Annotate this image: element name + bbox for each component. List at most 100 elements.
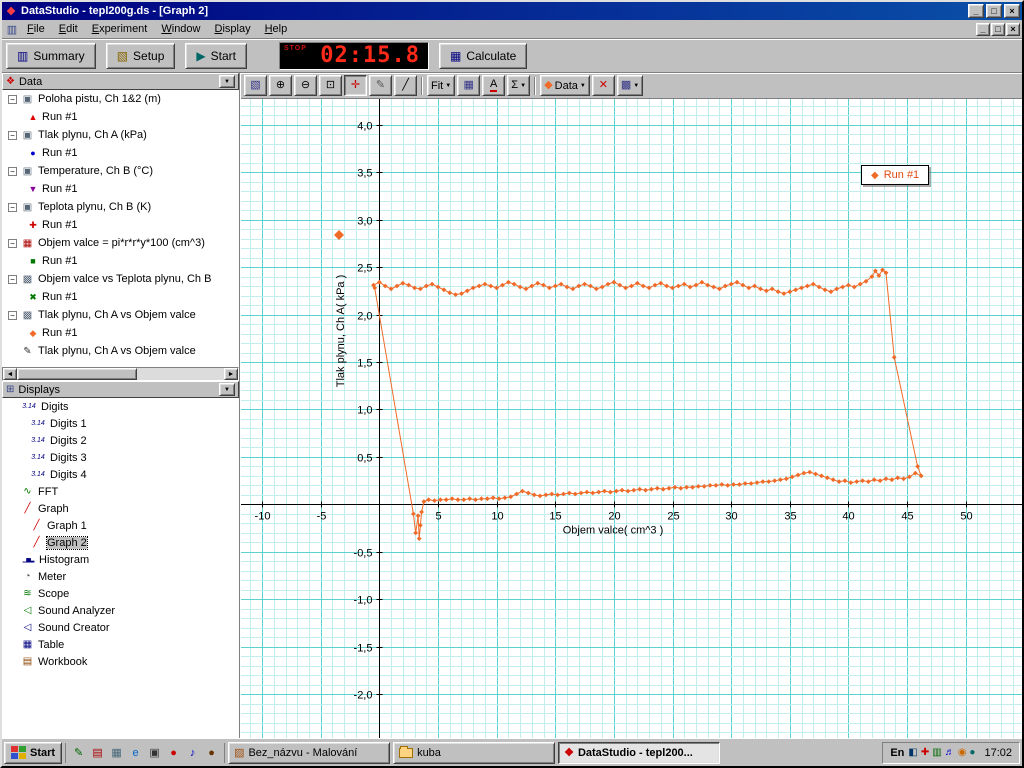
start-menu-button[interactable]: Start xyxy=(4,741,63,764)
language-indicator[interactable]: En xyxy=(890,747,904,759)
data-item-2[interactable]: − ▣ Temperature, Ch B (°C) xyxy=(2,162,239,180)
data-panel-header[interactable]: ❖ Data ▼ xyxy=(2,73,239,90)
display-item-digits-3[interactable]: 3.14 Digits 3 xyxy=(2,449,239,466)
keyboard-icon[interactable]: ◧ xyxy=(908,747,917,758)
calculate-button[interactable]: ▦ Calculate xyxy=(438,42,528,69)
calculator-tool-button[interactable]: ▦ xyxy=(457,75,481,96)
display-item-digits[interactable]: 3.14 Digits xyxy=(2,398,239,415)
scale-to-fit-button[interactable]: ▧ xyxy=(244,75,267,96)
child-close-button[interactable]: × xyxy=(1006,22,1020,36)
display-item-histogram[interactable]: ▁▅▂ Histogram xyxy=(2,551,239,568)
graph-settings-button[interactable]: ▩ ▼ xyxy=(616,75,644,96)
expander-icon[interactable]: − xyxy=(8,166,17,176)
music-app-icon[interactable]: ♪ xyxy=(184,744,201,761)
expander-icon[interactable]: − xyxy=(8,94,17,104)
display-item-label: Histogram xyxy=(39,553,90,566)
summary-icon: ▥ xyxy=(17,48,29,63)
slope-tool-button[interactable]: ╱ xyxy=(394,75,417,96)
zoom-out-button[interactable]: ⊖ xyxy=(294,75,317,96)
printer-icon[interactable]: ▦ xyxy=(108,744,125,761)
display-item-sound-creator[interactable]: ◁ Sound Creator xyxy=(2,619,239,636)
delete-selection-button[interactable]: ✕ xyxy=(591,75,615,96)
data-panel-dropdown-button[interactable]: ▼ xyxy=(219,75,235,88)
scroll-thumb[interactable] xyxy=(17,368,137,380)
menu-edit[interactable]: Edit xyxy=(52,21,85,37)
media-player-icon[interactable]: ● xyxy=(165,744,182,761)
task-button-1[interactable]: kuba xyxy=(393,741,556,764)
notes-app-icon[interactable]: ✎ xyxy=(70,744,87,761)
data-tree-hscrollbar[interactable]: ◄ ► xyxy=(2,367,239,381)
run-item[interactable]: ● Run #1 xyxy=(2,144,239,162)
minimize-button[interactable]: _ xyxy=(968,4,984,18)
run-item[interactable]: ■ Run #1 xyxy=(2,252,239,270)
data-item-7[interactable]: ✎ Tlak plynu, Ch A vs Objem valce xyxy=(2,342,239,360)
menu-file[interactable]: File xyxy=(20,21,52,37)
expander-icon[interactable]: − xyxy=(8,238,17,248)
legend-box[interactable]: ◆ Run #1 xyxy=(861,165,930,185)
data-item-3[interactable]: − ▣ Teplota plynu, Ch B (K) xyxy=(2,198,239,216)
restore-button[interactable]: □ xyxy=(986,4,1002,18)
browser-icon[interactable]: e xyxy=(127,744,144,761)
display-item-scope[interactable]: ≋ Scope xyxy=(2,585,239,602)
child-minimize-button[interactable]: _ xyxy=(976,22,990,36)
zoom-in-button[interactable]: ⊕ xyxy=(269,75,292,96)
menu-help[interactable]: Help xyxy=(258,21,295,37)
expander-icon[interactable]: − xyxy=(8,202,17,212)
run-item[interactable]: ▼ Run #1 xyxy=(2,180,239,198)
network-icon[interactable]: ● xyxy=(969,747,975,758)
menu-window[interactable]: Window xyxy=(154,21,207,37)
setup-button[interactable]: ▧ Setup xyxy=(105,42,176,69)
displays-panel-dropdown-button[interactable]: ▼ xyxy=(219,383,235,396)
display-item-fft[interactable]: ∿ FFT xyxy=(2,483,239,500)
address-book-icon[interactable]: ▤ xyxy=(89,744,106,761)
smart-tool-button[interactable]: ✛ xyxy=(344,75,367,96)
display-item-workbook[interactable]: ▤ Workbook xyxy=(2,653,239,670)
run-item[interactable]: ✖ Run #1 xyxy=(2,288,239,306)
volume-icon[interactable]: ♬ xyxy=(945,747,955,758)
display-item-digits-4[interactable]: 3.14 Digits 4 xyxy=(2,466,239,483)
display-item-graph[interactable]: ╱ Graph xyxy=(2,500,239,517)
data-menu-button[interactable]: ◆ Data ▼ xyxy=(540,75,590,96)
display-item-meter[interactable]: ◔ Meter xyxy=(2,568,239,585)
display-item-table[interactable]: ▦ Table xyxy=(2,636,239,653)
data-item-1[interactable]: − ▣ Tlak plynu, Ch A (kPa) xyxy=(2,126,239,144)
java-icon[interactable]: ● xyxy=(203,744,220,761)
scroll-right-arrow[interactable]: ► xyxy=(224,368,238,380)
statistics-menu-button[interactable]: Σ ▼ xyxy=(507,75,531,96)
run-item[interactable]: ✚ Run #1 xyxy=(2,216,239,234)
display-item-sound-analyzer[interactable]: ◁ Sound Analyzer xyxy=(2,602,239,619)
antivirus-icon[interactable]: ✚ xyxy=(921,747,929,758)
display-icon[interactable]: ◉ xyxy=(958,747,967,758)
text-tool-button[interactable]: A xyxy=(482,75,506,96)
data-item-0[interactable]: − ▣ Poloha pistu, Ch 1&2 (m) xyxy=(2,90,239,108)
run-item[interactable]: ▲ Run #1 xyxy=(2,108,239,126)
scroll-left-arrow[interactable]: ◄ xyxy=(3,368,17,380)
expander-icon[interactable]: − xyxy=(8,310,17,320)
display-item-graph-2[interactable]: ╱ Graph 2 xyxy=(2,534,239,551)
display-item-digits-2[interactable]: 3.14 Digits 2 xyxy=(2,432,239,449)
start-button[interactable]: ▶ Start xyxy=(185,42,247,69)
zoom-select-button[interactable]: ⊡ xyxy=(319,75,342,96)
data-item-5[interactable]: − ▩ Objem valce vs Teplota plynu, Ch B xyxy=(2,270,239,288)
close-button[interactable]: × xyxy=(1004,4,1020,18)
data-item-4[interactable]: − ▦ Objem valce = pi*r*r*y*100 (cm^3) xyxy=(2,234,239,252)
menu-display[interactable]: Display xyxy=(208,21,258,37)
display-item-graph-1[interactable]: ╱ Graph 1 xyxy=(2,517,239,534)
child-restore-button[interactable]: □ xyxy=(991,22,1005,36)
display-item-digits-1[interactable]: 3.14 Digits 1 xyxy=(2,415,239,432)
graph-canvas[interactable]: -10 -5 5 10 15 20 25 30 35 40 45 50 4,0 3,5 3,0 2,5 2,0 1… xyxy=(241,99,1022,738)
notes-tool-button[interactable]: ✎ xyxy=(369,75,392,96)
data-item-6[interactable]: − ▩ Tlak plynu, Ch A vs Objem valce xyxy=(2,306,239,324)
task-button-0[interactable]: ▨ Bez_názvu - Malování xyxy=(228,741,391,764)
desktop-icon[interactable]: ▣ xyxy=(146,744,163,761)
run-item[interactable]: ◆ Run #1 xyxy=(2,324,239,342)
expander-icon[interactable]: − xyxy=(8,274,17,284)
expander-icon[interactable]: − xyxy=(8,130,17,140)
scheduler-icon[interactable]: ▥ xyxy=(932,747,941,758)
summary-button[interactable]: ▥ Summary xyxy=(6,42,96,69)
legend-series-label: Run #1 xyxy=(883,169,920,181)
menu-experiment[interactable]: Experiment xyxy=(85,21,155,37)
task-button-2[interactable]: ❖ DataStudio - tepl200... xyxy=(558,741,721,764)
fit-menu-button[interactable]: Fit ▼ xyxy=(427,75,456,96)
displays-panel-header[interactable]: ⊞ Displays ▼ xyxy=(2,381,239,398)
